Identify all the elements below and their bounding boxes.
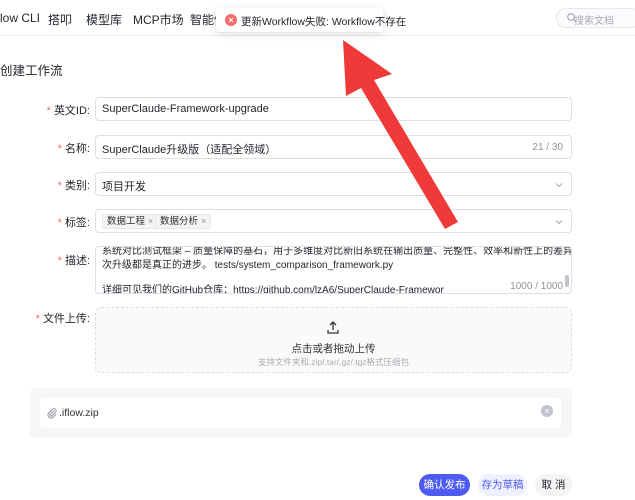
tags-select[interactable]: 数据工程 × 数据分析 × — [95, 209, 572, 233]
save-draft-button[interactable]: 存为草稿 — [478, 474, 527, 496]
cancel-button[interactable]: 取 消 — [535, 474, 572, 496]
description-label: * 描述: — [57, 255, 90, 267]
tag-chip: 数据分析 × — [155, 214, 212, 229]
upload-main-text: 点击或者拖动上传 — [291, 343, 376, 355]
error-circle-icon: × — [225, 14, 237, 26]
name-value: SuperClaude升级版（适配全领域） — [102, 144, 277, 156]
nav-item-model-library[interactable]: 模型库 — [86, 11, 122, 28]
required-mark: * — [46, 105, 51, 117]
paperclip-icon — [47, 408, 57, 419]
file-name: .iflow.zip — [59, 407, 99, 419]
category-value: 项目开发 — [102, 181, 146, 193]
required-mark: * — [57, 143, 62, 155]
upload-hint-text: 支持文件夹和.zip/.tar/.gz/.tgz格式压缩包 — [257, 357, 410, 367]
name-label: * 名称: — [57, 143, 90, 155]
search-input[interactable]: 搜索文档 — [556, 8, 635, 28]
nav-item-dada[interactable]: 搭叩 — [48, 11, 72, 28]
uploaded-file-panel: .iflow.zip × — [30, 388, 572, 438]
chevron-down-icon — [555, 220, 563, 225]
confirm-publish-button[interactable]: 确认发布 — [419, 474, 470, 496]
required-mark: * — [35, 313, 40, 325]
remove-file-icon[interactable]: × — [541, 405, 553, 417]
tags-label: * 标签: — [57, 217, 90, 229]
english-id-value: SuperClaude-Framework-upgrade — [102, 103, 269, 115]
page-title: 创建工作流 — [0, 64, 63, 78]
category-label: * 类别: — [57, 180, 90, 192]
description-char-count: 1000 / 1000 — [510, 281, 563, 292]
required-mark: * — [57, 180, 62, 192]
english-id-input[interactable]: SuperClaude-Framework-upgrade — [95, 97, 572, 121]
description-line: 详细可见我们的GitHub仓库：https://github.com/lzA6/… — [102, 285, 444, 294]
required-mark: * — [57, 255, 62, 267]
tag-remove-icon[interactable]: × — [201, 216, 206, 226]
name-input[interactable]: SuperClaude升级版（适配全领域） 21 / 30 — [95, 135, 572, 159]
upload-label: * 文件上传: — [35, 313, 90, 325]
upload-dropzone[interactable]: 点击或者拖动上传 支持文件夹和.zip/.tar/.gz/.tgz格式压缩包 — [95, 307, 572, 373]
textarea-scrollbar[interactable] — [565, 275, 569, 287]
required-mark: * — [57, 217, 62, 229]
chevron-down-icon — [555, 183, 563, 188]
tag-remove-icon[interactable]: × — [148, 216, 153, 226]
tag-chip: 数据工程 × — [102, 214, 159, 229]
nav-item-mcp-market[interactable]: MCP市场 — [133, 11, 184, 28]
english-id-label: * 英文ID: — [46, 105, 90, 117]
name-char-count: 21 / 30 — [532, 142, 563, 153]
nav-item-iflow-cli[interactable]: low CLI — [0, 11, 40, 25]
upload-icon — [327, 321, 339, 334]
category-select[interactable]: 项目开发 — [95, 172, 572, 196]
toast-message: 更新Workflow失败: Workflow不存在 — [241, 16, 407, 28]
error-toast: × 更新Workflow失败: Workflow不存在 — [216, 8, 406, 32]
description-line: 次升级都是真正的进步。 tests/system_comparison_fram… — [102, 260, 394, 271]
search-placeholder: 搜索文档 — [574, 16, 614, 27]
uploaded-file-item[interactable]: .iflow.zip × — [40, 398, 561, 428]
description-textarea[interactable]: 系统对比测试框架 – 质量保障的基石，用于多维度对比新旧系统在输出质量、完整性、… — [95, 246, 572, 294]
